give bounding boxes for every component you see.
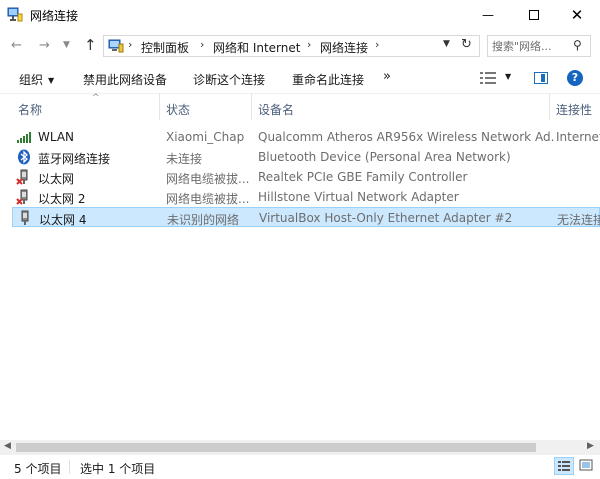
- scroll-left-icon[interactable]: ◀: [4, 441, 11, 451]
- connection-name: WLAN: [38, 130, 75, 144]
- list-item-selected[interactable]: 以太网 4 未识别的网络 VirtualBox Host-Only Ethern…: [12, 207, 600, 227]
- breadcrumb-separator-icon[interactable]: ›: [200, 38, 204, 51]
- scroll-right-icon[interactable]: ▶: [587, 441, 594, 451]
- large-icons-view-button[interactable]: [577, 457, 597, 475]
- maximize-button[interactable]: [511, 0, 557, 30]
- sort-ascending-icon: ^: [92, 93, 100, 103]
- column-header-device[interactable]: 设备名: [252, 94, 550, 120]
- back-icon[interactable]: ←: [11, 38, 22, 53]
- list-item[interactable]: 以太网 2 网络电缆被拔... Hillstone Virtual Networ…: [12, 187, 600, 207]
- network-connections-icon: [7, 7, 23, 22]
- search-input[interactable]: [492, 38, 570, 54]
- connectivity: 无法连接: [557, 213, 600, 227]
- column-header-row: ^ 名称 状态 设备名 连接性: [0, 93, 600, 120]
- large-icons-view-icon: [579, 459, 593, 471]
- organize-button[interactable]: 组织 ▼: [19, 71, 54, 88]
- device-name: VirtualBox Host-Only Ethernet Adapter #2: [259, 211, 513, 225]
- ethernet-disconnected-icon: [16, 169, 28, 185]
- column-header-status[interactable]: 状态: [160, 94, 252, 120]
- minimize-icon: —: [482, 8, 494, 22]
- connection-name: 以太网: [38, 172, 75, 186]
- up-arrow-icon[interactable]: ↑: [84, 36, 97, 54]
- search-box[interactable]: ⚲: [487, 35, 591, 57]
- disable-device-button[interactable]: 禁用此网络设备: [83, 71, 167, 88]
- organize-label: 组织: [19, 73, 44, 87]
- close-icon: ✕: [570, 6, 584, 24]
- device-name: Bluetooth Device (Personal Area Network): [258, 150, 511, 164]
- chevron-down-icon: ▼: [48, 76, 55, 85]
- details-view-button[interactable]: [554, 457, 574, 475]
- connection-status: 网络电缆被拔...: [166, 172, 250, 186]
- column-header-label: 连接性: [556, 103, 593, 117]
- connection-status: Xiaomi_Chap: [166, 130, 245, 144]
- column-header-label: 名称: [18, 103, 43, 117]
- breadcrumb-separator-icon[interactable]: ›: [375, 38, 379, 51]
- device-name: Realtek PCIe GBE Family Controller: [258, 170, 468, 184]
- scrollbar-thumb[interactable]: [16, 443, 536, 452]
- command-bar: 组织 ▼ 禁用此网络设备 诊断这个连接 重命名此连接 » ▼ ?: [0, 62, 600, 94]
- wifi-signal-icon: [17, 132, 31, 143]
- column-header-connectivity[interactable]: 连接性: [550, 94, 600, 120]
- breadcrumb-separator-icon[interactable]: ›: [307, 38, 311, 51]
- breadcrumb-network-connections[interactable]: 网络连接: [320, 39, 368, 56]
- breadcrumb-network-internet[interactable]: 网络和 Internet: [213, 39, 300, 56]
- connection-name: 以太网 4: [39, 213, 87, 227]
- connectivity: Internet: [556, 130, 600, 144]
- connection-name: 蓝牙网络连接: [38, 152, 111, 166]
- change-view-icon[interactable]: [480, 72, 496, 84]
- list-item[interactable]: WLAN Xiaomi_Chap Qualcomm Atheros AR956x…: [12, 127, 600, 147]
- connection-status: 未识别的网络: [167, 213, 240, 227]
- column-header-name[interactable]: ^ 名称: [12, 93, 160, 120]
- item-count: 5 个项目: [14, 462, 62, 476]
- connection-status: 网络电缆被拔...: [166, 192, 250, 206]
- preview-pane-icon[interactable]: [534, 72, 548, 84]
- details-view-icon: [558, 461, 570, 471]
- minimize-button[interactable]: —: [465, 0, 511, 30]
- list-item[interactable]: 蓝牙网络连接 未连接 Bluetooth Device (Personal Ar…: [12, 147, 600, 167]
- help-icon[interactable]: ?: [567, 70, 583, 86]
- control-panel-icon: [108, 39, 124, 53]
- rename-connection-button[interactable]: 重命名此连接: [292, 71, 364, 88]
- address-bar[interactable]: › 控制面板 › 网络和 Internet › 网络连接 › ▼ ↻: [103, 35, 480, 57]
- status-bar: 5 个项目 选中 1 个项目: [0, 455, 600, 479]
- maximize-icon: [529, 10, 539, 20]
- status-divider: [69, 460, 70, 474]
- list-item[interactable]: 以太网 网络电缆被拔... Realtek PCIe GBE Family Co…: [12, 167, 600, 187]
- forward-icon[interactable]: →: [39, 38, 50, 53]
- device-name: Hillstone Virtual Network Adapter: [258, 190, 459, 204]
- more-commands-button[interactable]: »: [383, 69, 391, 84]
- address-history-chevron-down-icon[interactable]: ▼: [443, 39, 450, 49]
- connection-name: 以太网 2: [38, 192, 86, 206]
- view-options-chevron-down-icon[interactable]: ▼: [505, 72, 511, 81]
- device-name: Qualcomm Atheros AR956x Wireless Network…: [258, 130, 554, 144]
- breadcrumb-control-panel[interactable]: 控制面板: [141, 39, 189, 56]
- column-header-label: 设备名: [258, 103, 295, 117]
- title-bar: 网络连接 — ✕: [0, 0, 600, 30]
- search-icon[interactable]: ⚲: [573, 38, 582, 52]
- address-bar-area: ← → ▼ ↑ › 控制面板 › 网络和 Internet › 网络连接 › ▼…: [0, 30, 600, 62]
- ethernet-icon: [21, 210, 29, 225]
- close-button[interactable]: ✕: [554, 0, 600, 30]
- ethernet-disconnected-icon: [16, 189, 28, 205]
- horizontal-scrollbar[interactable]: ◀ ▶: [0, 440, 600, 455]
- bluetooth-icon: [18, 149, 30, 165]
- recent-locations-chevron-down-icon[interactable]: ▼: [63, 40, 70, 50]
- breadcrumb-separator-icon[interactable]: ›: [128, 38, 132, 51]
- refresh-icon[interactable]: ↻: [461, 37, 472, 52]
- window-title: 网络连接: [30, 9, 79, 23]
- connection-status: 未连接: [166, 152, 203, 166]
- diagnose-connection-button[interactable]: 诊断这个连接: [193, 71, 265, 88]
- selected-count: 选中 1 个项目: [80, 462, 156, 476]
- column-header-label: 状态: [166, 103, 191, 117]
